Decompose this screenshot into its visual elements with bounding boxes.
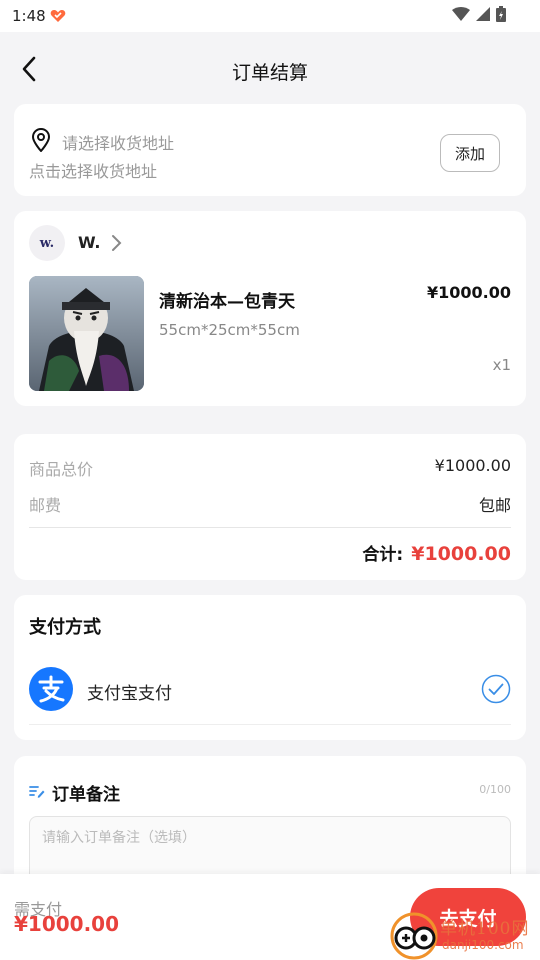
shipping-label: 邮费	[29, 496, 62, 515]
address-prompt: 请选择收货地址	[62, 134, 175, 153]
product-quantity: x1	[492, 356, 511, 374]
alipay-option-label[interactable]: 支付宝支付	[87, 679, 172, 704]
goods-total-row: 商品总价 ¥1000.00	[29, 456, 511, 480]
product-name: 清新治本—包青天	[159, 292, 295, 312]
goods-total-value: ¥1000.00	[434, 456, 511, 475]
checkout-bar: 需支付 ¥1000.00 去支付 单机100网 danji100.com	[0, 874, 540, 960]
order-total: 合计: ¥1000.00	[362, 540, 511, 565]
alipay-icon[interactable]	[29, 667, 73, 711]
payment-title: 支付方式	[29, 617, 101, 638]
product-image[interactable]	[29, 276, 144, 391]
shop-name[interactable]: W.	[78, 233, 100, 252]
edit-note-icon	[29, 786, 45, 798]
remark-char-count: 0/100	[479, 783, 511, 796]
divider	[29, 724, 511, 725]
status-time: 1:48	[12, 7, 46, 25]
price-summary: 商品总价 ¥1000.00 邮费 包邮 合计: ¥1000.00	[14, 434, 526, 580]
product-price: ¥1000.00	[426, 283, 511, 302]
address-selector[interactable]: 请选择收货地址 点击选择收货地址 添加	[14, 104, 526, 196]
wifi-icon	[452, 7, 470, 21]
add-address-button[interactable]: 添加	[440, 134, 500, 172]
watermark-text: 单机100网	[440, 919, 530, 939]
status-icons	[452, 6, 506, 22]
product-spec: 55cm*25cm*55cm	[159, 321, 300, 339]
remark-title: 订单备注	[52, 785, 120, 805]
header: 订单结算	[0, 32, 540, 104]
watermark: 单机100网 danji100.com	[388, 912, 538, 960]
shop-avatar[interactable]: w.	[29, 225, 65, 261]
heart-app-icon	[50, 9, 66, 22]
payment-method-card: 支付方式 支付宝支付	[14, 595, 526, 740]
page-title: 订单结算	[231, 62, 308, 84]
watermark-url: danji100.com	[442, 938, 524, 952]
signal-icon	[476, 7, 490, 21]
product-card: w. W. 清新治本—包青天 55cm*25cm*55cm ¥1000.00 x…	[14, 211, 526, 406]
total-label: 合计:	[362, 545, 404, 565]
shipping-value: 包邮	[478, 496, 511, 515]
goods-total-label: 商品总价	[29, 460, 94, 479]
total-value: ¥1000.00	[411, 543, 511, 565]
chevron-right-icon[interactable]	[108, 233, 124, 253]
address-subtitle: 点击选择收货地址	[29, 162, 158, 181]
location-pin-icon	[31, 128, 51, 152]
check-circle-icon[interactable]	[481, 674, 511, 704]
shipping-row: 邮费 包邮	[29, 492, 511, 516]
watermark-logo-icon	[390, 912, 438, 960]
battery-icon	[496, 6, 506, 22]
need-pay-amount: ¥1000.00	[14, 912, 120, 936]
divider	[29, 527, 511, 528]
status-bar: 1:48	[0, 0, 540, 32]
